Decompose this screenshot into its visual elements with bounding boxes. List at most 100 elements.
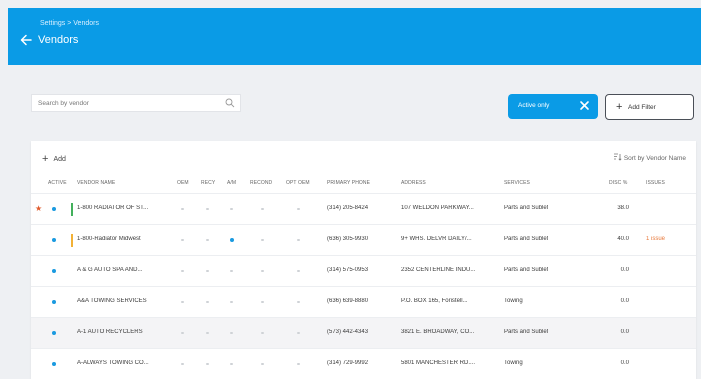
recond-indicator [261,363,264,365]
column-header-primary-phone[interactable]: PRIMARY PHONE [327,180,370,186]
services: Towing [504,360,523,366]
disc-percent: 40.0 [617,236,629,242]
am-indicator [230,238,234,242]
table-row[interactable]: A&A TOWING SERVICES (636) 639-8880 P.O. … [31,286,696,317]
column-header-am[interactable]: A/M [227,180,236,186]
opt-oem-indicator [297,208,300,210]
address: P.O. BOX 165, Foristell... [401,298,468,304]
sort-label: Sort by Vendor Name [623,155,686,162]
vendor-name: A-1 AUTO RECYCLERS [77,329,143,335]
table-row[interactable]: ★ 1-800 RADIATOR OF ST... (314) 205-8424… [31,193,696,224]
column-header-recond[interactable]: RECOND [250,180,272,186]
disc-percent: 0.0 [620,298,629,304]
recond-indicator [261,332,264,334]
issues-link[interactable]: 1 issue [646,236,665,242]
plus-icon: + [42,153,49,165]
oem-indicator [181,239,184,241]
oem-indicator [181,363,184,365]
oem-indicator [181,332,184,334]
primary-phone: (573) 442-4343 [327,329,369,335]
close-icon[interactable] [579,100,590,111]
opt-oem-indicator [297,239,300,241]
address: 9+ WHS. DELVR DAILY/... [401,236,472,242]
disc-percent: 0.0 [620,360,629,366]
primary-phone: (314) 205-8424 [327,205,369,211]
column-header-recy[interactable]: RECY [201,180,215,186]
table-row[interactable]: A-ALWAYS TOWING CO... (314) 729-9992 580… [31,348,696,379]
am-indicator [230,363,233,365]
column-header-issues[interactable]: ISSUES [646,180,665,186]
am-indicator [230,270,233,272]
page-title: Vendors [38,34,79,46]
vendor-flag [71,234,73,247]
add-label: Add [53,156,66,163]
address: 107 WELDON PARKWAY... [401,205,474,211]
recy-indicator [206,301,209,303]
active-indicator [52,269,56,273]
primary-phone: (314) 575-0953 [327,267,369,273]
recond-indicator [261,301,264,303]
search-icon[interactable] [225,98,235,108]
vendor-flag [71,203,73,216]
vendor-name: A & G AUTO SPA AND... [77,267,143,273]
column-header-oem[interactable]: OEM [177,180,189,186]
recond-indicator [261,270,264,272]
services: Parts and Sublet [504,205,549,211]
vendor-name: 1-800 RADIATOR OF ST... [77,205,149,211]
recy-indicator [206,208,209,210]
address: 5801 MANCHESTER RD.... [401,360,476,366]
recond-indicator [261,208,264,210]
vendor-name: 1-800-Radiator Midwest [77,236,141,242]
opt-oem-indicator [297,363,300,365]
oem-indicator [181,301,184,303]
services: Parts and Sublet [504,236,549,242]
recond-indicator [261,239,264,241]
active-only-filter-chip[interactable]: Active only [508,94,598,119]
vendor-name: A&A TOWING SERVICES [77,298,147,304]
recy-indicator [206,363,209,365]
table-row[interactable]: A & G AUTO SPA AND... (314) 575-0953 235… [31,255,696,286]
column-header-address[interactable]: ADDRESS [401,180,426,186]
column-header-active[interactable]: ACTIVE [48,180,67,186]
active-indicator [52,331,56,335]
column-header-services[interactable]: SERVICES [504,180,530,186]
am-indicator [230,301,233,303]
vendors-table-card: + Add Sort by Vendor Name ACTIVE VENDOR N… [31,141,696,379]
app-header: Settings > Vendors Vendors [8,8,701,65]
star-icon[interactable]: ★ [35,204,42,213]
primary-phone: (636) 305-9930 [327,236,369,242]
services: Towing [504,298,523,304]
add-filter-label: Add Filter [628,104,656,111]
table-row[interactable]: A-1 AUTO RECYCLERS (573) 442-4343 3821 E… [31,317,696,348]
primary-phone: (314) 729-9992 [327,360,369,366]
services: Parts and Sublet [504,267,549,273]
primary-phone: (636) 639-8880 [327,298,369,304]
oem-indicator [181,208,184,210]
address: 2352 CENTERLINE INDU... [401,267,476,273]
add-vendor-button[interactable]: + Add [42,152,66,165]
search-input[interactable] [32,95,222,111]
opt-oem-indicator [297,301,300,303]
disc-percent: 0.0 [620,267,629,273]
table-row[interactable]: 1-800-Radiator Midwest (636) 305-9930 9+… [31,224,696,255]
oem-indicator [181,270,184,272]
sort-icon [613,153,622,161]
search-box [31,94,241,112]
add-filter-button[interactable]: + Add Filter [605,94,694,120]
active-indicator [52,300,56,304]
breadcrumb[interactable]: Settings > Vendors [40,20,99,27]
vendor-name: A-ALWAYS TOWING CO... [77,360,149,366]
recy-indicator [206,239,209,241]
address: 3821 E. BROADWAY, CO... [401,329,475,335]
am-indicator [230,332,233,334]
column-header-disc[interactable]: DISC % [609,180,627,186]
recy-indicator [206,270,209,272]
sort-control[interactable]: Sort by Vendor Name [613,153,686,162]
opt-oem-indicator [297,270,300,272]
active-indicator [52,238,56,242]
column-header-vendor-name[interactable]: VENDOR NAME [77,180,115,186]
filter-chip-label: Active only [518,102,550,109]
back-arrow-icon[interactable] [19,33,33,47]
am-indicator [230,208,233,210]
column-header-opt-oem[interactable]: OPT OEM [286,180,310,186]
